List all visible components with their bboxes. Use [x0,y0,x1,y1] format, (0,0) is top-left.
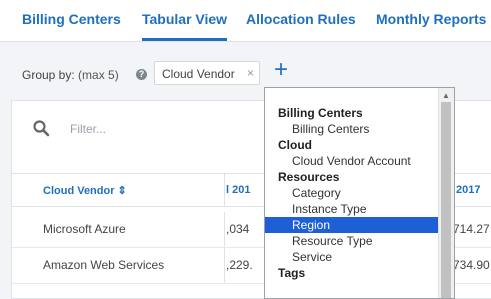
tab-allocation-rules[interactable]: Allocation Rules [246,11,356,27]
group-by-hint: (max 5) [78,68,119,82]
dropdown-option-cloud-vendor-account[interactable]: Cloud Vendor Account [265,153,440,169]
group-by-chip: Cloud Vendor × [154,61,260,85]
cell-value: ,034 [226,222,250,236]
dropdown-scrollbar[interactable]: ▲ [438,88,454,298]
tab-tabular-view[interactable]: Tabular View [142,11,228,41]
cell-value: 734.90 [453,258,490,272]
column-divider [224,174,225,206]
help-icon[interactable]: ? [136,69,147,80]
dropdown-group-cloud: Cloud [278,138,312,152]
dropdown-group-tags: Tags [278,266,306,280]
cell-vendor: Amazon Web Services [43,258,165,272]
dropdown-option-service[interactable]: Service [265,249,440,265]
dropdown-group-resources: Resources [278,170,340,184]
dropdown-option-instance-type[interactable]: Instance Type [265,201,440,217]
scroll-up-arrow-icon[interactable]: ▲ [442,91,450,100]
dropdown-group-billing-centers: Billing Centers [278,106,363,120]
chip-remove-icon[interactable]: × [247,66,254,80]
tab-billing-centers[interactable]: Billing Centers [22,11,121,27]
group-by-dropdown[interactable]: Billing Centers Billing Centers Cloud Cl… [264,87,455,299]
chip-label: Cloud Vendor [162,67,235,81]
search-icon [33,120,50,137]
scrollbar-thumb[interactable] [441,102,451,298]
column-header-2[interactable]: l 201 [226,184,250,196]
column-header-3[interactable]: 2017 [456,184,480,196]
dropdown-option-category[interactable]: Category [265,185,440,201]
dropdown-option-billing-centers[interactable]: Billing Centers [265,121,440,137]
cell-value: ,229. [226,258,253,272]
column-divider [224,248,225,283]
column-header-cloud-vendor[interactable]: Cloud Vendor ⇕ [43,184,127,197]
add-group-button[interactable]: + [268,58,294,84]
top-tab-bar: Billing Centers Tabular View Allocation … [0,0,491,42]
cell-vendor: Microsoft Azure [43,222,126,236]
dropdown-list: Billing Centers Billing Centers Cloud Cl… [265,105,440,281]
dropdown-option-region[interactable]: Region [265,217,440,233]
filter-input[interactable] [70,120,230,138]
cell-value: 714.27 [453,222,490,236]
group-by-label: Group by: (max 5) [22,68,119,82]
column-divider [224,212,225,247]
tab-monthly-reports[interactable]: Monthly Reports [376,11,486,27]
dropdown-option-resource-type[interactable]: Resource Type [265,233,440,249]
